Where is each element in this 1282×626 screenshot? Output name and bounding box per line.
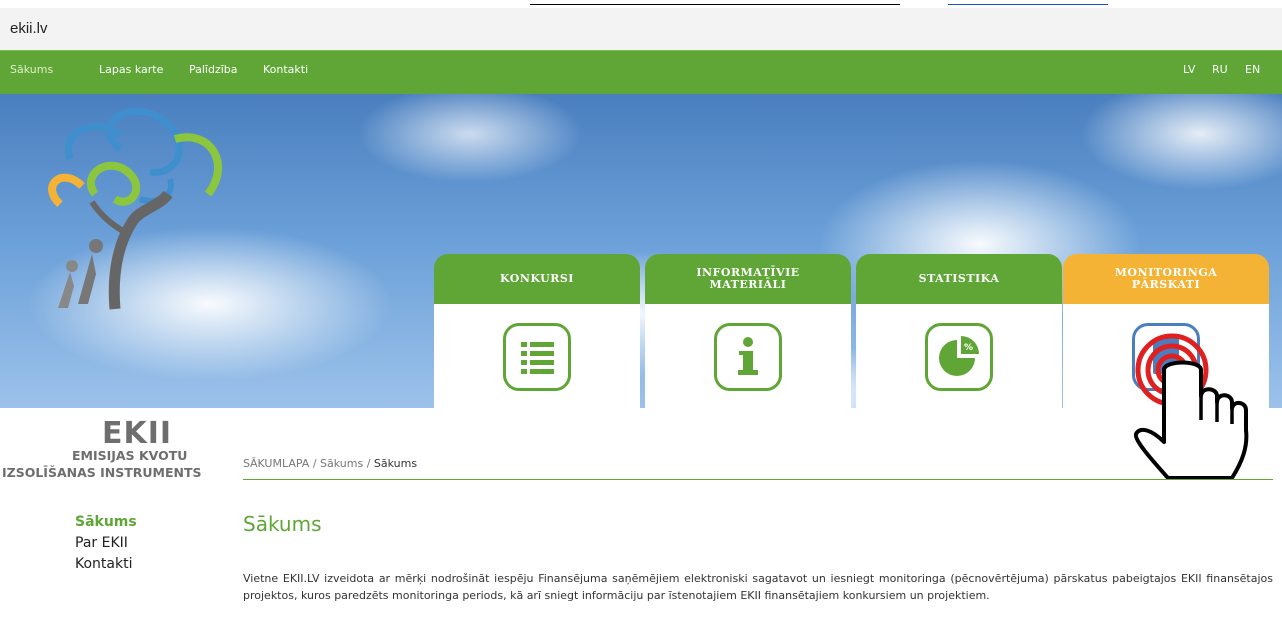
tile-statistika[interactable]: STATISTIKA %: [856, 254, 1062, 408]
tile-informativie-label: INFORMATĪVIE MATERIĀLI: [696, 266, 800, 291]
breadcrumb-root[interactable]: SĀKUMLAPA: [243, 457, 309, 470]
nav-item-sakums[interactable]: Sākums: [10, 63, 53, 76]
tile-konkursi-header: KONKURSI: [434, 254, 640, 304]
logo-subtitle-1: EMISIJAS KVOTU: [72, 448, 188, 463]
tile-statistika-label: STATISTIKA: [918, 272, 1000, 285]
tile-statistika-body: %: [856, 304, 1062, 408]
logo-tree-icon: [48, 107, 223, 310]
lang-lv[interactable]: LV: [1183, 63, 1195, 76]
browser-url-bar: ekii.lv: [0, 8, 1282, 50]
url-text[interactable]: ekii.lv: [10, 20, 48, 37]
page-title: Sākums: [243, 512, 322, 536]
sidebar-item-par-ekii[interactable]: Par EKII: [75, 535, 128, 551]
tile-monitoringa-label: MONITORINGA PĀRSKATI: [1114, 266, 1218, 291]
tile-monitoringa-header: MONITORINGA PĀRSKATI: [1063, 254, 1269, 304]
tile-konkursi-label: KONKURSI: [500, 272, 574, 285]
click-pointer-hand-icon: [1112, 322, 1262, 492]
tile-informativie-materiali[interactable]: INFORMATĪVIE MATERIĀLI: [645, 254, 851, 408]
svg-text:%: %: [964, 343, 973, 353]
pie-chart-icon: %: [925, 323, 993, 391]
list-icon: [503, 323, 571, 391]
breadcrumb-current: Sākums: [373, 457, 418, 470]
breadcrumb-mid[interactable]: Sākums: [320, 457, 363, 470]
nav-item-kontakti[interactable]: Kontakti: [263, 63, 308, 76]
logo-subtitle-2: IZSOLĪŠANAS INSTRUMENTS: [2, 465, 202, 480]
intro-paragraph: Vietne EKII.LV izveidota ar mērķi nodroš…: [243, 572, 1273, 602]
lang-en[interactable]: EN: [1245, 63, 1260, 76]
tile-konkursi-body: [434, 304, 640, 408]
cut-underline-1: [530, 0, 900, 5]
ekii-logo[interactable]: EKII EMISIJAS KVOTU IZSOLĪŠANAS INSTRUME…: [0, 94, 270, 480]
lang-ru[interactable]: RU: [1212, 63, 1228, 76]
breadcrumb-separator: /: [309, 457, 321, 470]
top-cut-document-fragment: [0, 0, 1282, 8]
nav-item-palidziba[interactable]: Palīdzība: [189, 63, 238, 76]
top-nav: Sākums Lapas karte Palīdzība Kontakti LV…: [0, 50, 1282, 94]
sidebar-item-sakums[interactable]: Sākums: [75, 514, 137, 530]
breadcrumb: SĀKUMLAPA / Sākums / Sākums: [243, 457, 417, 470]
info-icon: [714, 323, 782, 391]
cut-link-fragment: [948, 0, 1108, 5]
tile-informativie-header: INFORMATĪVIE MATERIĀLI: [645, 254, 851, 304]
logo-title: EKII: [102, 416, 173, 451]
tile-informativie-body: [645, 304, 851, 408]
breadcrumb-separator: /: [363, 457, 374, 470]
breadcrumb-divider: [243, 479, 1273, 480]
tile-statistika-header: STATISTIKA: [856, 254, 1062, 304]
nav-item-lapas-karte[interactable]: Lapas karte: [99, 63, 163, 76]
tile-konkursi[interactable]: KONKURSI: [434, 254, 640, 408]
sidebar-item-kontakti[interactable]: Kontakti: [75, 556, 132, 572]
